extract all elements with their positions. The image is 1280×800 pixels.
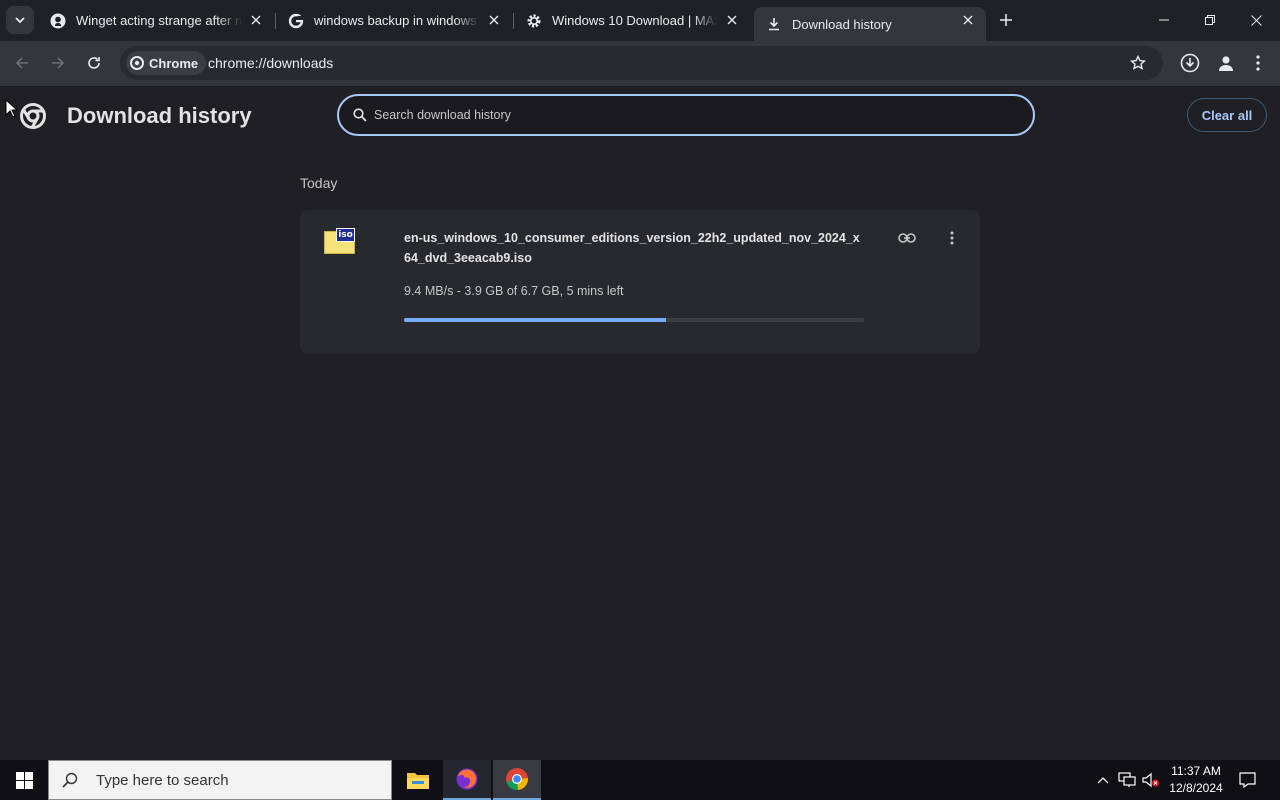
link-icon [898,233,916,243]
download-progress-bar [404,318,864,322]
chevron-up-icon [1097,777,1109,784]
tab-winget[interactable]: Winget acting strange after mo [38,0,274,41]
chevron-down-icon [15,17,25,24]
profile-button[interactable] [1212,49,1240,77]
close-window-button[interactable] [1233,0,1280,40]
show-hidden-icons-button[interactable] [1093,770,1113,790]
copy-link-button[interactable] [895,226,919,250]
folder-icon [407,773,429,789]
date-section-header: Today [300,175,338,191]
taskbar-firefox[interactable] [443,760,491,800]
arrow-right-icon [52,57,65,69]
plus-icon [1000,14,1012,26]
windows-logo-icon [15,771,33,789]
search-placeholder: Search download history [374,108,511,122]
taskbar-chrome[interactable] [493,760,541,800]
person-icon [1219,56,1233,71]
search-icon [62,772,78,788]
download-filename[interactable]: en-us_windows_10_consumer_editions_versi… [404,228,866,268]
site-chip[interactable]: Chrome [126,51,207,75]
close-tab-icon[interactable] [724,12,740,28]
clear-all-button[interactable]: Clear all [1187,98,1267,132]
gear-icon [526,13,542,29]
minimize-icon [1159,19,1169,21]
network-icon-button[interactable] [1116,770,1138,790]
restore-icon [1205,15,1215,25]
download-progress-fill [404,318,667,322]
clock-time: 11:37 AM [1171,764,1221,778]
search-downloads-input[interactable]: Search download history [337,94,1035,136]
file-type-badge: iso [336,228,355,242]
taskbar-clock[interactable]: 11:37 AM 12/8/2024 [1160,763,1232,797]
more-vertical-icon [1256,55,1260,71]
close-tab-icon[interactable] [248,12,264,28]
minimize-button[interactable] [1141,0,1187,40]
close-tab-icon[interactable] [486,12,502,28]
tab-title: Winget acting strange after mo [76,13,242,28]
address-bar[interactable]: Chrome chrome://downloads [120,46,1163,80]
download-circle-icon [1180,53,1200,73]
tab-title: windows backup in windows 10 [314,13,480,28]
back-button[interactable] [8,49,36,77]
tab-windows-backup[interactable]: windows backup in windows 10 [276,0,512,41]
download-status: 9.4 MB/s - 3.9 GB of 6.7 GB, 5 mins left [404,284,624,298]
star-icon [1130,55,1146,70]
browser-toolbar: Chrome chrome://downloads [0,41,1280,86]
clock-date: 12/8/2024 [1169,781,1223,795]
action-center-button[interactable] [1234,768,1260,792]
download-icon [766,16,782,32]
new-tab-button[interactable] [994,8,1018,32]
tab-search-button[interactable] [6,6,34,34]
tab-download-history[interactable]: Download history [754,7,986,41]
url-text[interactable]: chrome://downloads [208,55,333,71]
forward-button[interactable] [44,49,72,77]
start-button[interactable] [0,760,48,800]
tab-title: Windows 10 Download | MAS [552,13,718,28]
restore-button[interactable] [1187,0,1233,40]
download-more-actions-button[interactable] [940,224,964,252]
reload-icon [88,57,100,69]
taskbar-file-explorer[interactable] [394,760,442,800]
windows-taskbar: Type here to search 11:37 AM 12/8/2024 [0,760,1280,800]
chrome-icon [130,56,144,70]
taskbar-search-placeholder: Type here to search [96,771,229,789]
network-icon [1118,772,1136,787]
bookmark-button[interactable] [1126,51,1150,75]
iso-file-icon: iso [324,228,356,254]
search-icon [353,108,367,122]
close-tab-icon[interactable] [960,12,976,28]
download-item: iso en-us_windows_10_consumer_editions_v… [300,210,980,354]
google-icon [288,13,304,29]
downloads-button[interactable] [1176,49,1204,77]
chrome-logo-icon [20,103,46,129]
close-icon [1251,14,1262,26]
taskbar-search-box[interactable]: Type here to search [48,760,392,800]
reload-button[interactable] [80,49,108,77]
more-vertical-icon [950,231,954,245]
github-icon [50,13,66,29]
notification-icon [1238,772,1256,788]
tab-windows-10-download[interactable]: Windows 10 Download | MAS [514,0,750,41]
tab-strip: Winget acting strange after mo windows b… [0,0,1280,41]
menu-button[interactable] [1246,49,1270,77]
arrow-left-icon [15,57,28,69]
tab-title: Download history [792,16,892,32]
volume-icon-button[interactable] [1140,770,1162,790]
firefox-icon [456,768,478,790]
downloads-page: Download history Search download history… [0,86,1280,760]
volume-muted-icon [1142,772,1159,788]
chrome-icon [506,768,529,791]
mouse-cursor-icon [5,99,17,118]
page-title: Download history [67,103,252,128]
site-chip-label: Chrome [149,55,199,71]
